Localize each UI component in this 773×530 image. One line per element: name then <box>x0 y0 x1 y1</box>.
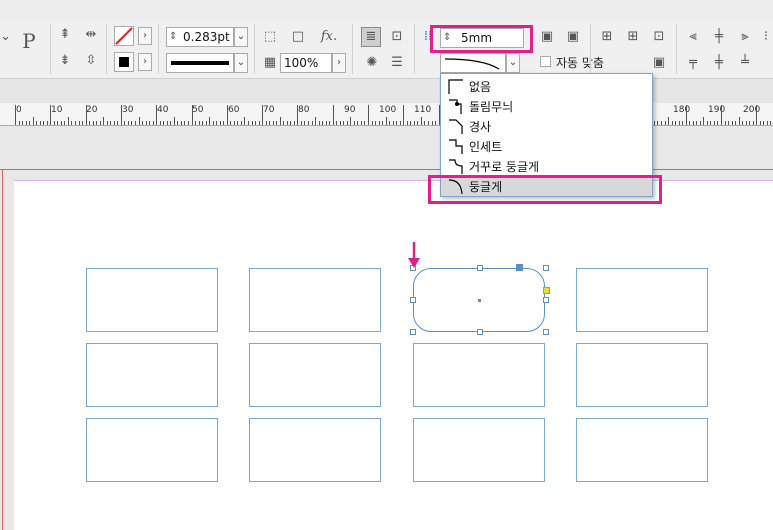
rectangle-frame[interactable] <box>576 343 708 407</box>
select-content-icon[interactable]: ▣ <box>564 30 582 44</box>
rectangle-frame[interactable] <box>413 343 545 407</box>
menu-item-bevel[interactable]: 경사 <box>441 116 652 136</box>
corner-none-icon <box>448 79 463 94</box>
horizontal-ruler[interactable]: 0 10 20 30 40 50 60 70 80 90 100 110 180… <box>0 103 773 126</box>
menu-item-label: 인세트 <box>469 140 503 154</box>
selection-handle[interactable] <box>543 329 549 335</box>
stroke-swatch[interactable] <box>114 52 134 72</box>
corner-inset-icon <box>449 139 463 154</box>
rectangle-frame[interactable] <box>413 418 545 482</box>
selection-handle[interactable] <box>477 329 483 335</box>
stroke-type-dropdown[interactable]: ⌄ <box>234 53 248 73</box>
rectangle-frame[interactable] <box>86 418 218 482</box>
stroke-type-field[interactable] <box>166 53 234 73</box>
rectangle-frame[interactable] <box>86 343 218 407</box>
rounded-option-highlight <box>428 175 662 204</box>
center-content-icon[interactable]: ⊡ <box>650 30 668 44</box>
menu-item-label: 경사 <box>469 120 492 134</box>
wrap-next-column-icon[interactable]: ☰ <box>388 56 406 70</box>
select-container-icon[interactable]: ▣ <box>538 30 556 44</box>
auto-fit-checkbox[interactable] <box>540 56 551 67</box>
rectangle-frame[interactable] <box>576 418 708 482</box>
bleed-guide-left <box>2 169 3 530</box>
align-left-icon[interactable]: ⫷ <box>684 30 702 44</box>
opacity-menu-button[interactable]: › <box>332 53 346 73</box>
wrap-jump-icon[interactable]: ✺ <box>363 56 381 70</box>
stepper-icon[interactable]: ⇕ <box>169 28 177 46</box>
fill-frame-icon[interactable]: ▣ <box>650 56 668 70</box>
align-center-icon: ≣ <box>365 29 377 44</box>
opacity-field[interactable]: 100% <box>280 53 332 73</box>
corner-bevel-icon <box>449 119 463 134</box>
align-top-edges-icon[interactable]: ╤ <box>684 56 702 70</box>
selection-handle[interactable] <box>410 329 416 335</box>
selection-handle[interactable] <box>543 265 549 271</box>
document-tab-area <box>0 79 773 103</box>
drop-shadow-icon[interactable]: □ <box>290 30 306 44</box>
bleed-guide-top <box>0 169 773 170</box>
rectangle-frame[interactable] <box>249 418 381 482</box>
live-corner-handle[interactable] <box>543 287 550 294</box>
fit-frame-icon[interactable]: ⊞ <box>624 30 642 44</box>
rectangle-frame[interactable] <box>249 268 381 332</box>
align-right-icon[interactable]: ⫸ <box>736 30 754 44</box>
align-bottom-edges-icon[interactable]: ╧ <box>736 56 754 70</box>
corner-inverse-rounded-icon <box>449 159 463 174</box>
distribute-v-icon[interactable]: ⇳ <box>80 54 102 68</box>
effects-fx-icon[interactable]: fx. <box>318 30 340 44</box>
corner-shape-dropdown[interactable]: ⌄ <box>506 53 520 73</box>
rectangle-frame[interactable] <box>576 268 708 332</box>
fit-content-icon[interactable]: ⊞ <box>598 30 616 44</box>
auto-fit-label: 자동 맞춤 <box>556 56 604 70</box>
align-top-icon[interactable]: ⇞ <box>56 28 74 42</box>
align-h-center-icon[interactable]: ╪ <box>710 30 728 44</box>
stroke-weight-field[interactable]: ⇕ 0.283pt <box>166 27 234 47</box>
partial-icon: ⌄ <box>0 29 11 44</box>
menu-item-label: 돌림무늬 <box>469 100 514 114</box>
stroke-menu-button[interactable]: › <box>138 53 152 71</box>
control-panel: ⌄ P ⇞ ⇹ ⇟ ⇳ › › ⇕ 0.283pt ⌄ ⌄ ⬚ □ fx. ▦ … <box>0 20 773 79</box>
stroke-weight-dropdown[interactable]: ⌄ <box>234 27 248 47</box>
menu-item-inset[interactable]: 인세트 <box>441 136 652 156</box>
more-icon[interactable]: ⁝ <box>760 30 772 44</box>
rectangle-frame[interactable] <box>86 268 218 332</box>
stroke-weight-value: 0.283pt <box>183 30 230 44</box>
selection-handle[interactable] <box>410 297 416 303</box>
annotation-arrow-icon <box>408 242 420 268</box>
wrap-object-shape-icon[interactable]: ⊡ <box>388 30 406 44</box>
menu-item-none[interactable]: 없음 <box>441 76 652 96</box>
fill-menu-button[interactable]: › <box>138 27 152 45</box>
selection-handle[interactable] <box>543 297 549 303</box>
anchor-point-handle[interactable] <box>516 264 523 271</box>
none-swatch-icon <box>115 27 133 45</box>
corner-shape-preview-icon <box>444 58 500 70</box>
wrap-around-bbox-button[interactable]: ≣ <box>361 27 381 47</box>
title-strip <box>0 0 773 20</box>
text-frame-p-icon[interactable]: P <box>14 31 44 51</box>
align-v-center-icon[interactable]: ╪ <box>710 56 728 70</box>
menu-item-inverse-rounded[interactable]: 거꾸로 둥글게 <box>441 156 652 176</box>
distribute-h-icon[interactable]: ⇹ <box>80 28 102 42</box>
opacity-icon: ▦ <box>263 55 277 70</box>
align-bottom-icon[interactable]: ⇟ <box>56 54 74 68</box>
corner-shape-field[interactable] <box>440 53 506 73</box>
rectangle-frame[interactable] <box>249 343 381 407</box>
fill-swatch-none[interactable] <box>114 26 134 46</box>
corner-size-highlight <box>430 25 533 53</box>
menu-item-fancy[interactable]: 돌림무늬 <box>441 96 652 116</box>
frame-fitting-icon[interactable]: ⬚ <box>262 30 278 44</box>
selection-handle[interactable] <box>477 265 483 271</box>
menu-item-label: 거꾸로 둥글게 <box>469 160 540 174</box>
menu-item-label: 없음 <box>469 80 492 94</box>
ruler-ticks <box>15 105 771 125</box>
corner-fancy-icon <box>449 99 462 114</box>
frame-center-point <box>478 299 481 302</box>
